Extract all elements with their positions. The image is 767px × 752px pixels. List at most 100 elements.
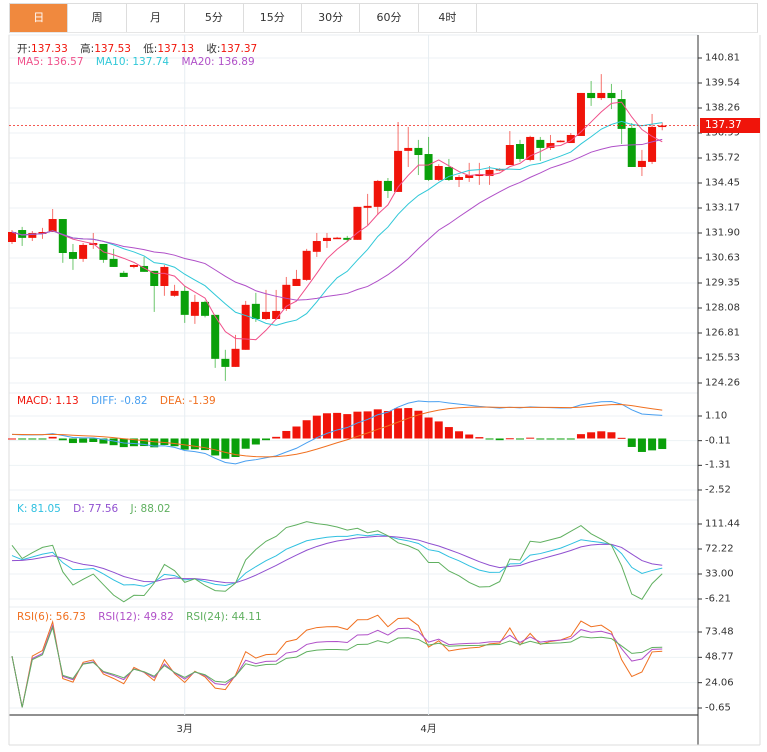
macd-bar bbox=[89, 438, 98, 442]
macd-bar bbox=[302, 420, 311, 439]
axis-tick-label: 48.77 bbox=[705, 651, 734, 663]
macd-bar bbox=[505, 438, 514, 440]
candle-body bbox=[48, 219, 57, 232]
candle-body bbox=[292, 278, 301, 286]
axis-tick-label: 72.22 bbox=[705, 543, 734, 555]
pane-macd bbox=[8, 392, 699, 501]
macd-bar bbox=[333, 412, 342, 439]
candle-body bbox=[414, 147, 423, 156]
candle-body bbox=[231, 348, 240, 367]
k-value: K: 81.05 bbox=[17, 503, 61, 515]
d-line bbox=[11, 535, 663, 584]
macd-bar bbox=[79, 438, 88, 443]
axis-tick-label: 124.26 bbox=[705, 377, 740, 389]
candle-body bbox=[79, 244, 88, 259]
candle-body bbox=[648, 126, 657, 162]
candle-body bbox=[251, 303, 260, 319]
macd-bar bbox=[272, 436, 281, 439]
candle-body bbox=[109, 258, 118, 267]
axis-tick-label: 24.06 bbox=[705, 677, 734, 689]
macd-value: MACD: 1.13 bbox=[17, 395, 79, 407]
candle-body bbox=[363, 205, 372, 208]
candle-body bbox=[627, 127, 636, 167]
last-price-tag: 137.37 bbox=[700, 118, 760, 133]
macd-bar bbox=[607, 432, 616, 439]
macd-bar bbox=[637, 438, 646, 452]
axis-tick-label: 129.35 bbox=[705, 277, 740, 289]
kline-chart[interactable] bbox=[0, 0, 767, 752]
macd-bar bbox=[68, 438, 77, 444]
candle-body bbox=[129, 264, 138, 267]
rsi24-value: RSI(24): 44.11 bbox=[186, 611, 262, 623]
macd-bar bbox=[627, 438, 636, 447]
axis-tick-label: 1.10 bbox=[705, 410, 728, 422]
candle-body bbox=[221, 358, 230, 367]
ma-legend: MA5: 136.57 MA10: 137.74 MA20: 136.89 bbox=[17, 56, 264, 68]
candle-body bbox=[424, 154, 433, 180]
candle-body bbox=[160, 266, 169, 286]
macd-bar bbox=[404, 408, 413, 439]
axis-tick-label: 128.08 bbox=[705, 302, 740, 314]
macd-bar bbox=[475, 437, 484, 439]
macd-bar bbox=[38, 438, 47, 440]
macd-bar bbox=[8, 438, 16, 440]
axis-tick-label: 73.48 bbox=[705, 626, 734, 638]
close-label: 收: bbox=[206, 43, 221, 55]
candle-body bbox=[302, 250, 311, 280]
d-value: D: 77.56 bbox=[73, 503, 119, 515]
rsi-legend: RSI(6): 56.73 RSI(12): 49.82 RSI(24): 44… bbox=[17, 611, 271, 623]
axis-tick-label: -0.65 bbox=[705, 702, 731, 714]
macd-bar bbox=[241, 438, 250, 449]
x-axis-label: 3月 bbox=[176, 724, 193, 735]
macd-bar bbox=[28, 438, 37, 440]
axis-tick-label: 130.63 bbox=[705, 252, 740, 264]
macd-bar bbox=[251, 438, 260, 445]
j-value: J: 88.02 bbox=[130, 503, 171, 515]
axis-tick-label: 134.45 bbox=[705, 177, 740, 189]
macd-bar bbox=[424, 417, 433, 439]
axis-tick-label: -1.31 bbox=[705, 459, 731, 471]
macd-bar bbox=[485, 438, 494, 440]
candle-body bbox=[190, 301, 199, 316]
candle-body bbox=[241, 304, 250, 350]
high-value: 137.53 bbox=[94, 43, 131, 55]
candle-body bbox=[373, 180, 382, 207]
high-label: 高: bbox=[80, 43, 95, 55]
macd-bar bbox=[353, 411, 362, 439]
macd-legend: MACD: 1.13 DIFF: -0.82 DEA: -1.39 bbox=[17, 395, 225, 407]
candle-body bbox=[322, 237, 331, 242]
axis-tick-label: 125.53 bbox=[705, 352, 740, 364]
candle-body bbox=[455, 177, 464, 180]
candle-body bbox=[119, 272, 128, 277]
candle-body bbox=[434, 166, 443, 180]
macd-bar bbox=[597, 431, 606, 439]
candle-body bbox=[333, 237, 342, 240]
macd-bar bbox=[566, 438, 575, 440]
macd-bar bbox=[455, 431, 464, 439]
close-value: 137.37 bbox=[220, 43, 258, 55]
macd-bar bbox=[526, 437, 535, 439]
candle-body bbox=[556, 140, 565, 143]
macd-bar bbox=[312, 415, 321, 439]
macd-bar bbox=[556, 438, 565, 440]
candle-body bbox=[180, 290, 189, 315]
candle-body bbox=[536, 139, 545, 148]
candle-body bbox=[312, 241, 321, 252]
candle-body bbox=[262, 311, 270, 319]
macd-bar bbox=[48, 436, 57, 439]
axis-tick-label: -0.11 bbox=[705, 435, 731, 447]
candle-body bbox=[505, 144, 514, 166]
macd-bar bbox=[587, 432, 596, 439]
macd-bar bbox=[282, 430, 291, 439]
axis-tick-label: 126.81 bbox=[705, 327, 740, 339]
macd-bar bbox=[170, 438, 179, 447]
ma20-line bbox=[11, 138, 663, 301]
macd-bar bbox=[211, 438, 220, 456]
candle-body bbox=[383, 180, 392, 191]
ma5-value: MA5: 136.57 bbox=[17, 56, 84, 68]
macd-bar bbox=[465, 434, 474, 439]
candle-body bbox=[8, 231, 16, 243]
candle-body bbox=[516, 144, 524, 159]
x-axis-label: 4月 bbox=[420, 724, 437, 735]
pane-kdj bbox=[8, 499, 699, 608]
